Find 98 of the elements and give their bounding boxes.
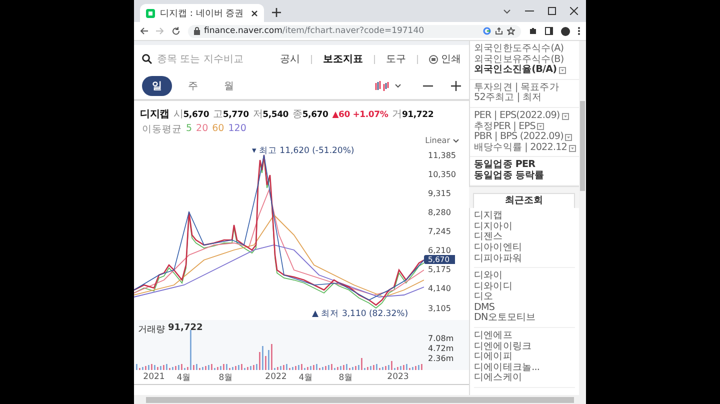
- quote-field: 고5,770: [213, 107, 249, 121]
- toolbar-link[interactable]: 공시: [274, 52, 306, 66]
- info-link[interactable]: 동일업종 등락률: [474, 170, 544, 182]
- recent-stock-link[interactable]: 디에이피: [474, 352, 575, 363]
- scrollbar-thumb[interactable]: [146, 396, 574, 402]
- date-axis-label: 2023: [387, 372, 409, 382]
- recent-stock-link[interactable]: 디피아파워: [474, 254, 575, 264]
- chevron-down-icon[interactable]: [503, 8, 511, 14]
- period-tab[interactable]: 월: [214, 76, 244, 96]
- price-axis-label: 5,175: [427, 264, 451, 276]
- recent-stock-link[interactable]: 디아이엔티: [474, 242, 575, 254]
- volume-axis-label: 2.36m: [428, 354, 455, 364]
- lock-icon: [194, 27, 200, 35]
- info-link[interactable]: PER | EPS(2022.09): [474, 110, 560, 122]
- profile-avatar-icon[interactable]: [561, 26, 570, 36]
- info-link[interactable]: 외국인보유주식수(B): [474, 54, 564, 66]
- zoom-in-icon[interactable]: [451, 81, 461, 91]
- quote-field: 시5,670: [173, 107, 210, 121]
- tab-title: 디지캡 : 네이버 증권: [160, 8, 245, 20]
- date-axis-label: 4월: [176, 372, 192, 384]
- recent-stock-link[interactable]: 디엔에이링크: [474, 342, 575, 352]
- recent-stock-link[interactable]: 디지아이: [474, 222, 575, 232]
- price-axis-label: 8,280: [427, 206, 451, 218]
- minimize-icon[interactable]: [525, 10, 534, 12]
- side-panel-icon[interactable]: [545, 27, 553, 35]
- info-link[interactable]: 투자의견 | 목표주가: [474, 82, 559, 94]
- info-link[interactable]: 외국인소진율(B/A): [474, 65, 557, 76]
- toolbar-link[interactable]: 보조지표: [317, 52, 369, 66]
- date-axis-label: 2022: [265, 372, 287, 382]
- back-arrow-icon[interactable]: [140, 27, 148, 35]
- address-bar[interactable]: finance.naver.com/item/fchart.naver?code=197140: [188, 24, 521, 38]
- recent-stock-link[interactable]: DN오토모티브: [474, 313, 575, 324]
- expand-box-icon[interactable]: [537, 123, 544, 130]
- maximize-icon[interactable]: [548, 7, 556, 15]
- moving-average-label: 이동평균: [142, 123, 182, 136]
- recent-stock-link[interactable]: 디와이디: [474, 282, 575, 292]
- volume-label: 거래량: [138, 324, 165, 336]
- price-axis-label: 7,245: [427, 226, 451, 237]
- info-link[interactable]: 동일업종 PER: [474, 160, 536, 171]
- new-tab-icon[interactable]: [272, 8, 281, 17]
- high-price-note: ▾ 최고 11,620 (-51.20%): [252, 145, 354, 157]
- star-icon[interactable]: [507, 27, 515, 35]
- favicon-icon: [146, 8, 155, 18]
- scrollbar-thumb[interactable]: [580, 101, 585, 191]
- quote-field: 저5,540: [252, 107, 289, 121]
- reload-icon[interactable]: [172, 27, 180, 35]
- info-link[interactable]: PBR | BPS (2022.09): [474, 132, 564, 143]
- price-axis-label: 11,385: [427, 150, 456, 160]
- expand-box-icon[interactable]: [558, 66, 566, 74]
- scale-dropdown[interactable]: Linear: [425, 136, 459, 145]
- quote-field: 종5,670: [292, 107, 328, 121]
- recent-stock-link[interactable]: 디에스케이: [474, 373, 575, 384]
- info-link[interactable]: 외국인한도주식수(A): [474, 44, 564, 55]
- toolbar-link[interactable]: 도구: [380, 52, 412, 66]
- url-text: finance.naver.com/item/fchart.naver?code=197140: [204, 26, 426, 36]
- price-axis-label: 3,105: [427, 302, 451, 314]
- expand-box-icon[interactable]: [569, 144, 576, 152]
- info-link[interactable]: 배당수익률 | 2022.12: [474, 142, 568, 154]
- search-icon[interactable]: [142, 54, 152, 64]
- recent-stock-link[interactable]: DMS: [474, 302, 575, 314]
- price-axis-label: 9,315: [427, 188, 451, 199]
- recent-stock-link[interactable]: 디와이: [474, 271, 575, 282]
- recent-stock-link[interactable]: 디엔에프: [474, 331, 575, 342]
- caret-icon: [453, 138, 459, 142]
- volume-value: 91,722: [168, 323, 203, 335]
- recent-stock-link[interactable]: 디지캡: [474, 211, 575, 222]
- low-price-note: ▲ 최저 3,110 (82.32%): [312, 308, 408, 320]
- price-change: ▲60 +1.07%: [332, 110, 388, 120]
- date-axis-label: 8월: [218, 372, 234, 384]
- stock-name: 디지캡: [140, 108, 170, 121]
- price-axis-label: 6,210: [427, 245, 451, 256]
- close-icon[interactable]: [570, 7, 578, 15]
- close-icon[interactable]: [251, 10, 258, 16]
- info-link[interactable]: 52주최고 | 최저: [474, 93, 542, 104]
- moving-average-period[interactable]: 120: [228, 123, 246, 136]
- expand-box-icon[interactable]: [565, 134, 572, 141]
- recent-tab[interactable]: 최근조회: [473, 192, 575, 208]
- info-link[interactable]: 추정PER | EPS: [474, 122, 536, 132]
- browser-tab[interactable]: 디지캡 : 네이버 증권: [140, 4, 264, 22]
- expand-box-icon[interactable]: [562, 112, 569, 120]
- caret-icon[interactable]: [395, 84, 401, 88]
- recent-stock-link[interactable]: 디에이테크놀...: [474, 362, 575, 374]
- scale-label: Linear: [425, 136, 450, 145]
- period-tab[interactable]: 일: [142, 76, 172, 96]
- date-axis-label: 2021: [143, 372, 165, 382]
- print-link[interactable]: 인쇄: [441, 52, 461, 66]
- volume-axis-label: 7.08m: [428, 334, 455, 344]
- date-axis-label: 8월: [338, 372, 354, 384]
- date-axis-label: 4월: [298, 372, 314, 384]
- price-axis-label: 4,140: [427, 283, 451, 294]
- quote-field: 거 91,722: [392, 107, 434, 121]
- price-axis-label: 10,350: [427, 168, 456, 180]
- candlestick-icon[interactable]: [375, 81, 389, 91]
- period-tab[interactable]: 주: [178, 76, 208, 96]
- recent-stock-link[interactable]: 디오: [474, 292, 575, 303]
- recent-stock-link[interactable]: 디젠스: [474, 232, 575, 243]
- volume-axis-label: 4.72m: [428, 344, 455, 354]
- share-icon[interactable]: [495, 27, 503, 35]
